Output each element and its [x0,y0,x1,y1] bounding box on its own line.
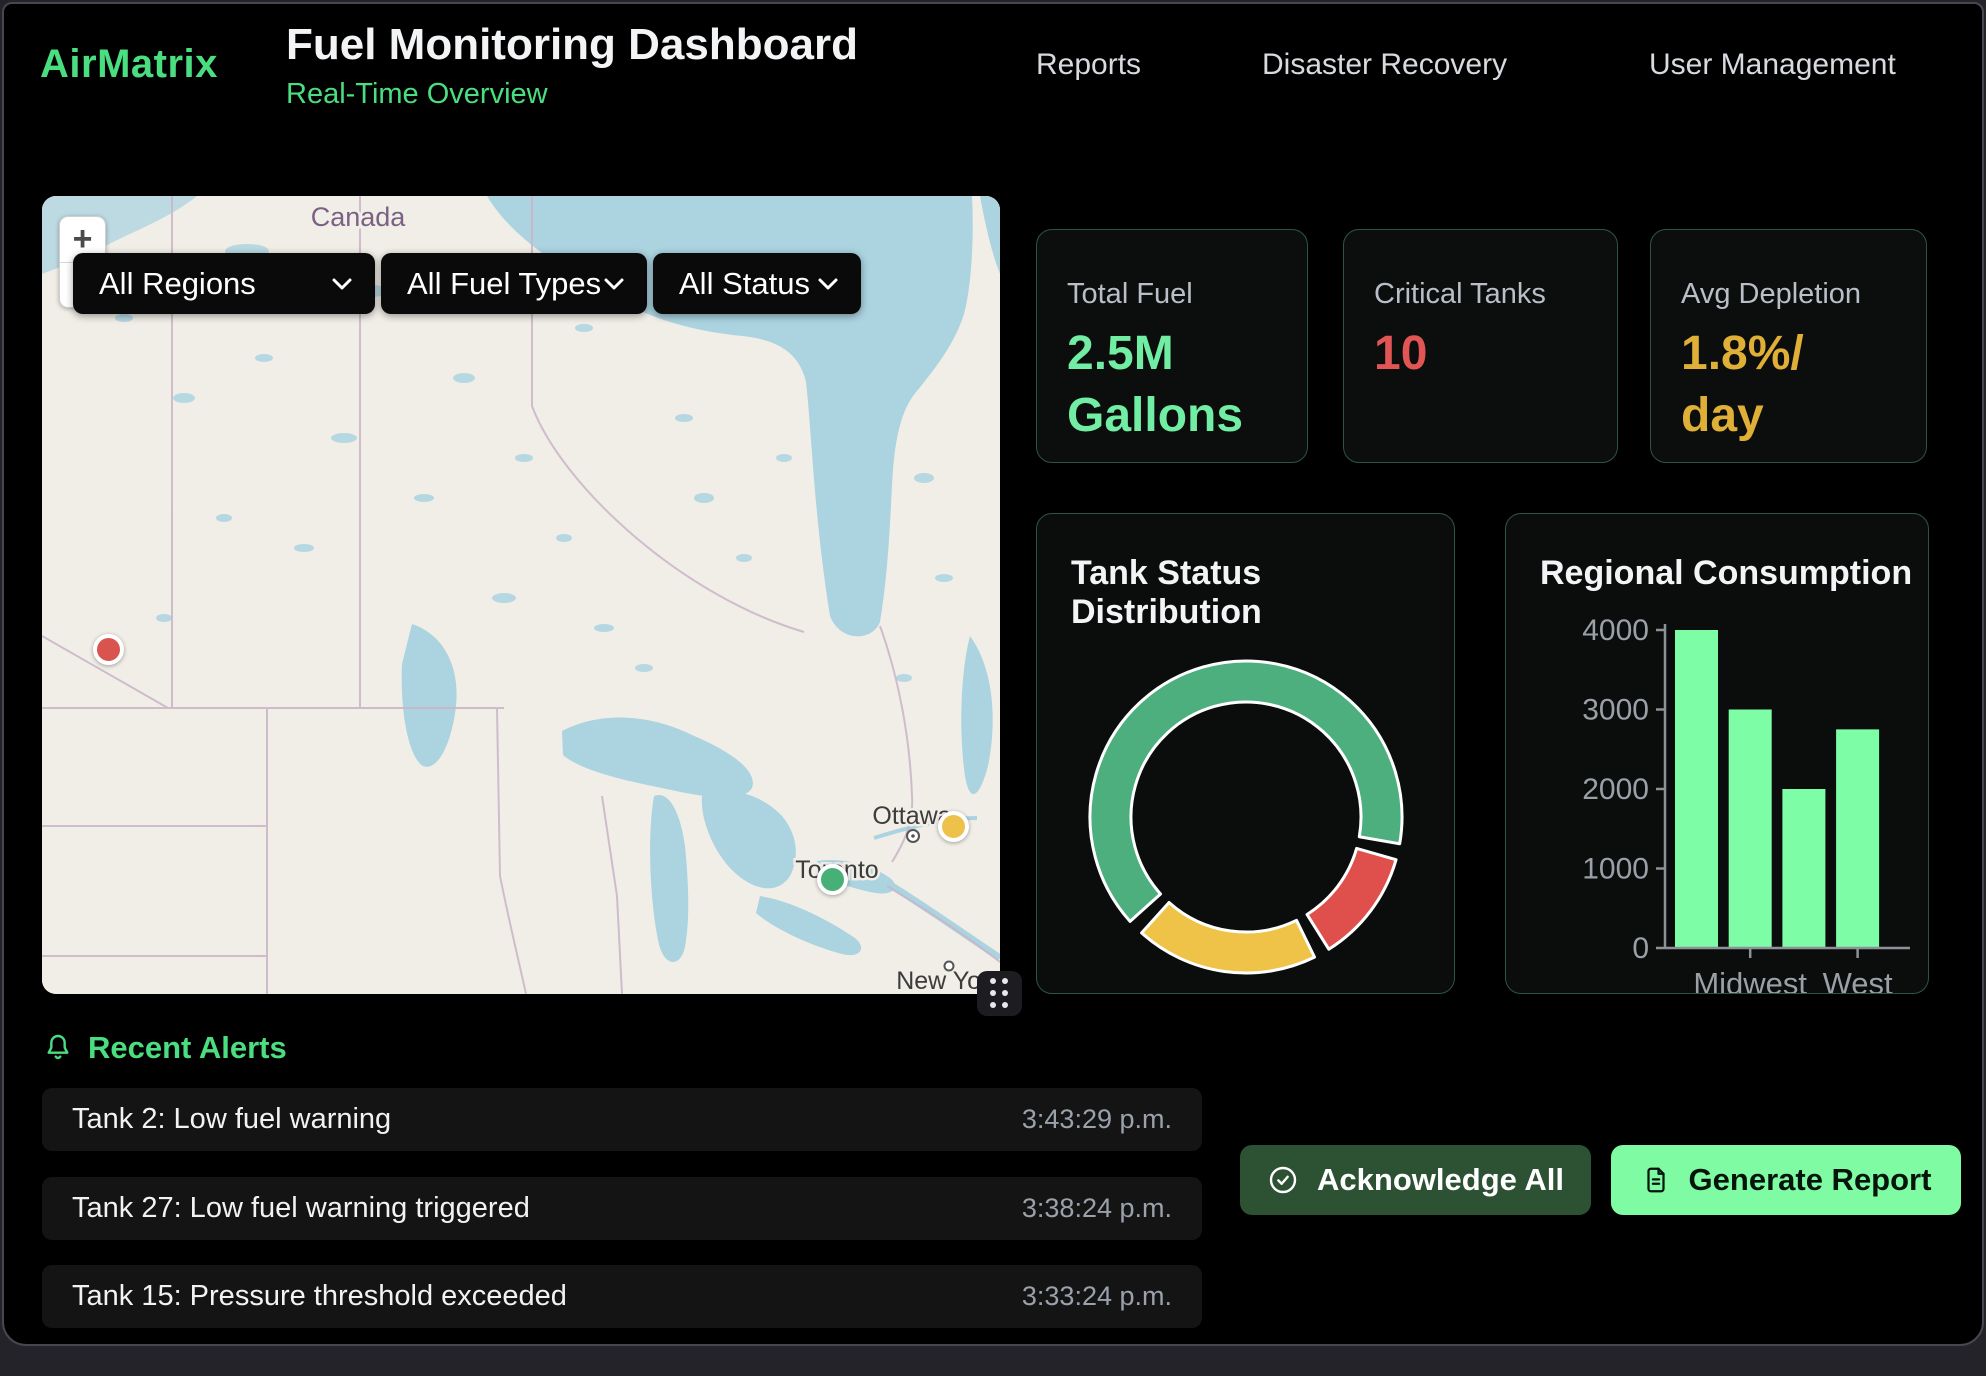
kpi-card-total-fuel: Total Fuel 2.5M Gallons [1036,229,1308,463]
nav-item-user-management[interactable]: User Management [1649,48,1896,82]
nav-item-disaster-recovery[interactable]: Disaster Recovery [1262,48,1507,82]
bar-2 [1782,789,1825,948]
regional-consumption-card: Regional Consumption 01000200030004000Mi… [1505,513,1929,994]
kpi-value: 10 [1374,323,1587,385]
regional-consumption-bar-chart: 0 1000 2000 3000 4000 Midwest West [1506,514,1929,994]
bar-0 [1675,630,1718,948]
tank-status-distribution-card: Tank Status Distribution [1036,513,1455,994]
brand-logo: AirMatrix [40,42,218,87]
tank-marker-normal[interactable] [817,864,848,895]
alert-timestamp: 3:43:29 p.m. [1022,1104,1172,1135]
chevron-down-icon [817,277,839,291]
tank-marker-critical[interactable] [93,634,124,665]
map-label-canada: Canada [311,202,407,232]
tank-marker-warning[interactable] [938,811,969,842]
y-axis-tick-label: 2000 [1582,773,1649,806]
kpi-value: 2.5M Gallons [1067,323,1277,448]
alert-timestamp: 3:38:24 p.m. [1022,1193,1172,1224]
kpi-card-critical-tanks: Critical Tanks 10 [1343,229,1618,463]
kpi-value: 1.8%/ day [1681,323,1896,448]
y-axis-tick-label: 4000 [1582,614,1649,647]
bar-1 [1729,710,1772,949]
generate-report-button[interactable]: Generate Report [1611,1145,1961,1215]
kpi-card-avg-depletion: Avg Depletion 1.8%/ day [1650,229,1927,463]
y-axis-tick-label: 1000 [1582,853,1649,886]
generate-report-label: Generate Report [1689,1162,1932,1198]
alert-row[interactable]: Tank 27: Low fuel warning triggered 3:38… [42,1177,1202,1240]
alert-row[interactable]: Tank 2: Low fuel warning 3:43:29 p.m. [42,1088,1202,1151]
resize-handle[interactable] [977,971,1022,1016]
recent-alerts-header: Recent Alerts [42,1030,287,1066]
region-filter-select[interactable]: All Regions [73,253,375,314]
kpi-label: Critical Tanks [1374,278,1587,311]
alert-message: Tank 27: Low fuel warning triggered [72,1192,530,1225]
chevron-down-icon [603,277,625,291]
map-filters: All Regions All Fuel Types All Status [73,253,861,314]
map-canvas[interactable]: Canada Ottawa Toronto New York [42,196,1000,994]
alert-message: Tank 2: Low fuel warning [72,1103,391,1136]
recent-alerts-title: Recent Alerts [88,1030,287,1066]
status-filter-value: All Status [679,266,810,302]
region-filter-value: All Regions [99,266,256,302]
page-subtitle: Real-Time Overview [286,78,548,111]
x-axis-tick-label: Midwest [1693,966,1807,994]
nav-item-reports[interactable]: Reports [1036,48,1141,82]
kpi-label: Total Fuel [1067,278,1277,311]
bell-icon [42,1032,74,1064]
acknowledge-all-button[interactable]: Acknowledge All [1240,1145,1591,1215]
alert-message: Tank 15: Pressure threshold exceeded [72,1280,567,1313]
chevron-down-icon [331,277,353,291]
fuel-map[interactable]: Canada Ottawa Toronto New York + − All R… [42,196,1000,994]
document-icon [1641,1165,1671,1195]
y-axis-tick-label: 0 [1632,932,1649,965]
donut-segment-warning [1142,902,1315,973]
status-filter-select[interactable]: All Status [653,253,861,314]
app-window: AirMatrix Fuel Monitoring Dashboard Real… [2,2,1984,1346]
window-bottom-gap [0,1346,1986,1376]
alert-row[interactable]: Tank 15: Pressure threshold exceeded 3:3… [42,1265,1202,1328]
page-title: Fuel Monitoring Dashboard [286,20,858,70]
acknowledge-all-label: Acknowledge All [1317,1162,1564,1198]
kpi-label: Avg Depletion [1681,278,1896,311]
bar-3 [1836,729,1879,948]
fuel-type-filter-value: All Fuel Types [407,266,601,302]
chart-title: Tank Status Distribution [1071,554,1454,632]
y-axis-tick-label: 3000 [1582,694,1649,727]
check-circle-icon [1267,1164,1299,1196]
tank-status-donut-chart [1081,652,1411,982]
alert-timestamp: 3:33:24 p.m. [1022,1281,1172,1312]
x-axis-tick-label: West [1823,966,1893,994]
fuel-type-filter-select[interactable]: All Fuel Types [381,253,647,314]
donut-segment-critical [1307,848,1396,949]
